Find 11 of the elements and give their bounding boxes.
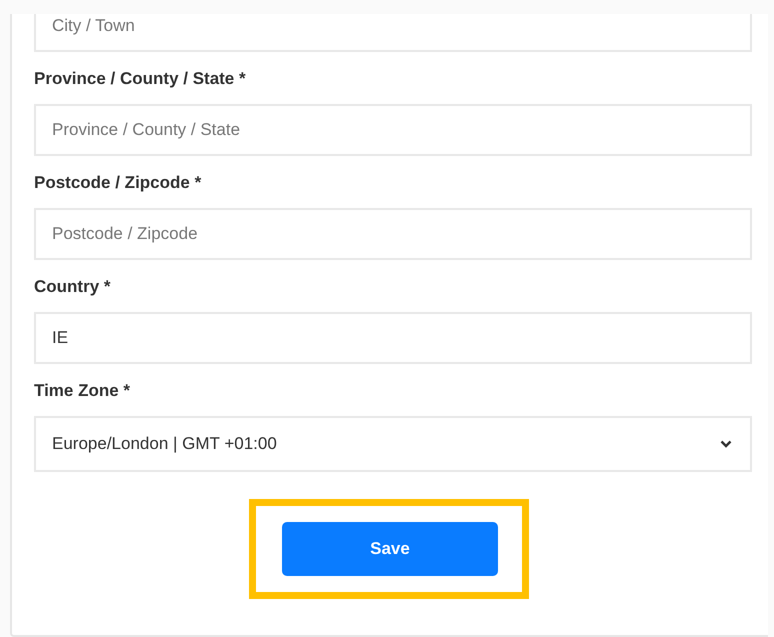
field-label: Province / County / State *: [34, 68, 247, 90]
text-field[interactable]: IE: [34, 312, 752, 364]
field-label: Postcode / Zipcode *: [34, 172, 202, 194]
caret-icon: [720, 440, 732, 448]
text-field[interactable]: City / Town: [34, 14, 752, 52]
select-field[interactable]: Europe/London | GMT +01:00: [34, 416, 752, 472]
text-field[interactable]: Postcode / Zipcode: [34, 208, 752, 260]
save-button[interactable]: Save: [282, 522, 498, 576]
text-field[interactable]: Province / County / State: [34, 104, 752, 156]
field-label: Time Zone *: [34, 380, 132, 402]
field-label: Country *: [34, 276, 112, 298]
